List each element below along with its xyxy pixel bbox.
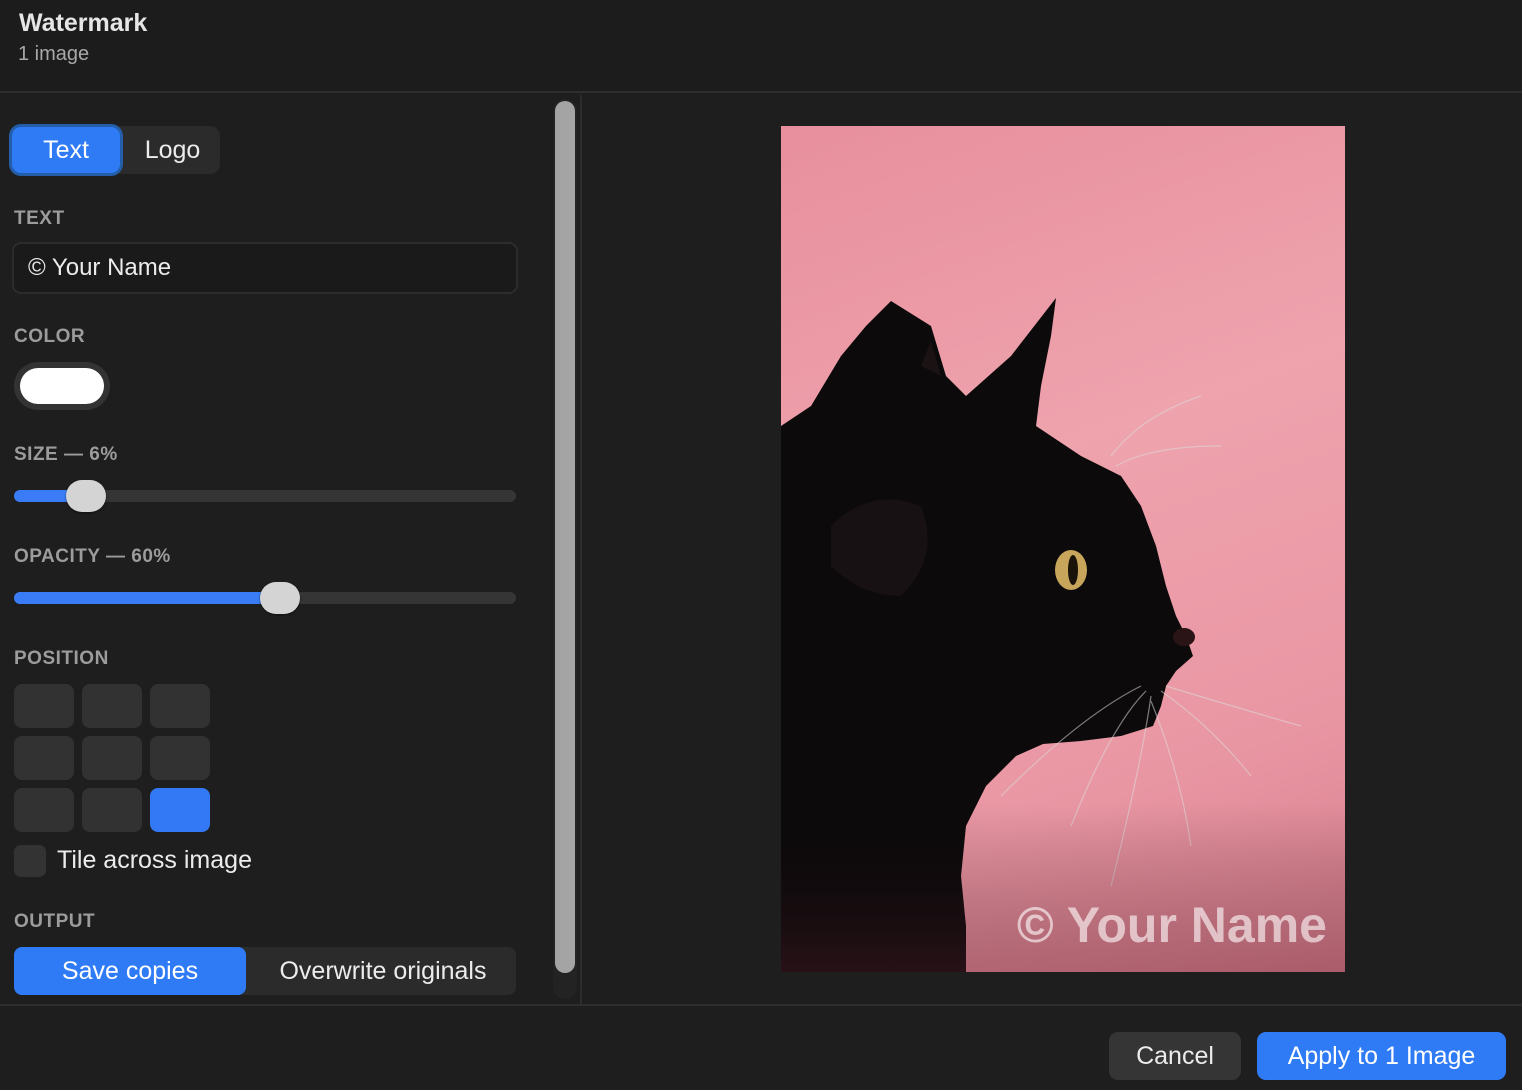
position-top-left[interactable]: [14, 684, 74, 728]
color-section-label: COLOR: [14, 326, 86, 347]
size-section-label: SIZE — 6%: [14, 444, 118, 465]
tab-text[interactable]: Text: [12, 127, 120, 173]
watermark-preview-text: © Your Name: [1016, 897, 1327, 953]
position-middle-right[interactable]: [150, 736, 210, 780]
position-bottom-center[interactable]: [82, 788, 142, 832]
cancel-button[interactable]: Cancel: [1109, 1032, 1241, 1080]
position-section-label: POSITION: [14, 648, 109, 669]
position-grid: [14, 684, 210, 832]
tile-checkbox-label[interactable]: Tile across image: [57, 846, 252, 875]
size-slider-thumb[interactable]: [65, 480, 106, 512]
window-title: Watermark: [19, 9, 148, 37]
opacity-slider[interactable]: [14, 582, 516, 614]
settings-panel: Text Logo TEXT COLOR SIZE — 6% OPACITY —…: [0, 95, 582, 1005]
cat-photo: [781, 126, 1345, 972]
color-swatch: [20, 368, 104, 404]
mode-segmented-control: Text Logo: [10, 126, 220, 174]
text-section-label: TEXT: [14, 208, 65, 229]
output-section-label: OUTPUT: [14, 911, 96, 932]
position-bottom-right[interactable]: [150, 788, 210, 832]
position-top-right[interactable]: [150, 684, 210, 728]
preview-panel: © Your Name: [584, 95, 1522, 1005]
apply-button[interactable]: Apply to 1 Image: [1257, 1032, 1506, 1080]
image-count: 1 image: [18, 43, 90, 65]
position-middle-left[interactable]: [14, 736, 74, 780]
save-copies-option[interactable]: Save copies: [14, 947, 246, 995]
watermark-text-input[interactable]: [12, 242, 518, 294]
tile-checkbox[interactable]: [14, 845, 46, 877]
size-slider[interactable]: [14, 480, 516, 512]
footer: Cancel Apply to 1 Image: [0, 1004, 1522, 1090]
position-bottom-left[interactable]: [14, 788, 74, 832]
overwrite-originals-option[interactable]: Overwrite originals: [250, 947, 516, 995]
output-segmented-control: Save copies Overwrite originals: [14, 947, 516, 995]
opacity-section-label: OPACITY — 60%: [14, 546, 171, 567]
color-picker[interactable]: [14, 362, 110, 410]
settings-scrollbar-thumb[interactable]: [555, 101, 575, 973]
position-top-center[interactable]: [82, 684, 142, 728]
header: Watermark 1 image: [0, 0, 1522, 93]
position-center[interactable]: [82, 736, 142, 780]
settings-scrollbar[interactable]: [553, 99, 577, 999]
opacity-slider-fill: [14, 592, 281, 604]
preview-image: © Your Name: [781, 126, 1345, 972]
opacity-slider-thumb[interactable]: [260, 582, 301, 614]
tab-logo[interactable]: Logo: [125, 126, 220, 174]
